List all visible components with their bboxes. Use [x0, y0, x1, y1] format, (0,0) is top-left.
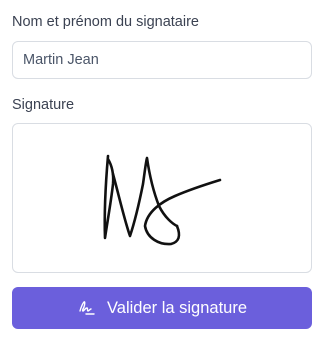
validate-signature-button[interactable]: Valider la signature: [12, 287, 312, 329]
signature-label: Signature: [12, 97, 75, 113]
signature-stroke-1: [103, 154, 115, 240]
signature-pad[interactable]: [12, 123, 312, 273]
signature-icon: [77, 298, 97, 318]
signature-drawing: [103, 154, 222, 246]
validate-button-label: Valider la signature: [106, 298, 248, 317]
signer-name-label: Nom et prénom du signataire: [12, 14, 199, 30]
signature-stroke-3: [143, 178, 222, 246]
signer-name-input[interactable]: [12, 41, 312, 79]
